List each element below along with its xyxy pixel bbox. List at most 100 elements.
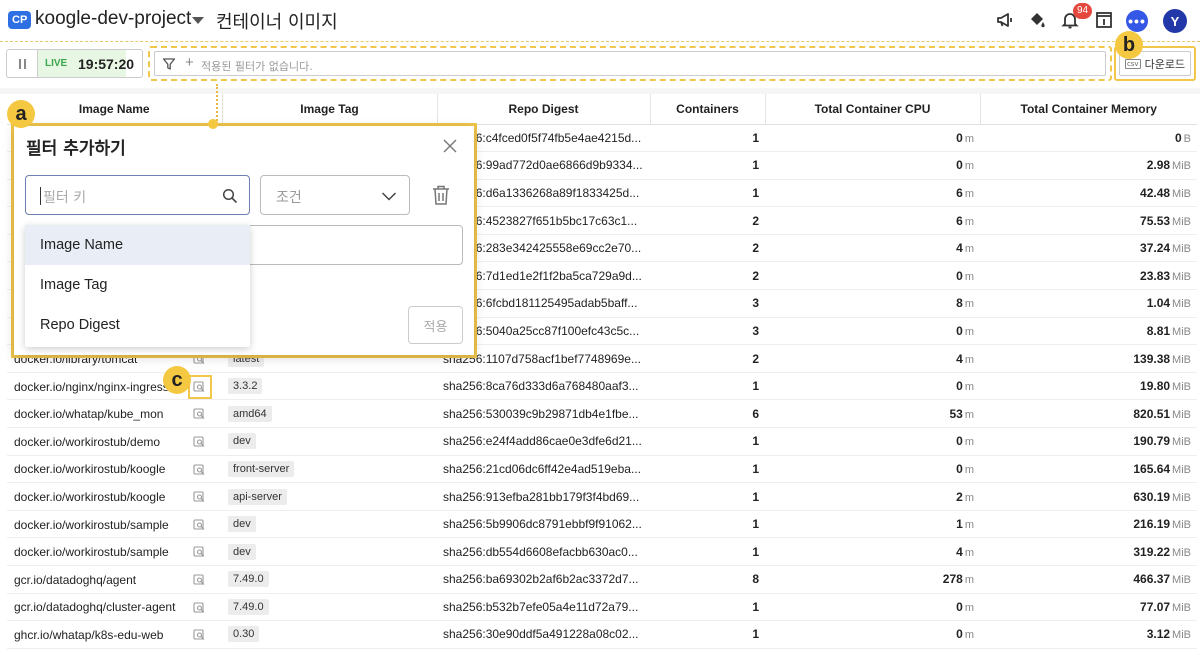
cell-image-tag: amd64 xyxy=(222,399,437,429)
cell-memory: 466.37 MiB xyxy=(980,565,1197,594)
cpu-value: 278 xyxy=(942,572,963,587)
cpu-value: 0 xyxy=(956,323,963,338)
cell-containers: 2 xyxy=(650,206,765,235)
table-row[interactable]: ghcr.io/whatap/k8s-edu-web 0.30 sha256:30e… xyxy=(7,620,1197,649)
memory-value: 42.48 xyxy=(1140,185,1171,200)
cell-containers: 6 xyxy=(650,399,765,429)
add-filter-icon[interactable]: + xyxy=(185,54,194,71)
condition-select[interactable]: 조건 xyxy=(260,175,410,215)
memory-value: 8.81 xyxy=(1146,323,1171,338)
table-row[interactable]: docker.io/workirostub/sample dev sha256:5b… xyxy=(7,510,1197,539)
memory-value: 37.24 xyxy=(1140,241,1171,256)
memory-unit: MiB xyxy=(1172,353,1191,366)
memory-value: 820.51 xyxy=(1133,406,1171,421)
image-name: docker.io/workirostub/demo xyxy=(14,434,161,449)
memory-value: 165.64 xyxy=(1133,461,1171,476)
cpu-unit: m xyxy=(964,463,974,476)
table-row[interactable]: docker.io/workirostub/koogle front-server… xyxy=(7,455,1197,484)
cell-image-name: docker.io/workirostub/sample xyxy=(7,510,222,539)
cell-image-name: docker.io/workirostub/koogle xyxy=(7,482,222,511)
pause-button[interactable] xyxy=(6,49,37,78)
filter-modal: 필터 추가하기 필터 키 조건 적용 Image Name Image Tag Re… xyxy=(14,126,474,355)
image-detail-icon[interactable] xyxy=(193,408,206,423)
cell-containers: 1 xyxy=(650,510,765,539)
table-row[interactable]: gcr.io/datadoghq/cluster-agent 7.49.0 sha2… xyxy=(7,593,1197,622)
cpu-value: 4 xyxy=(956,544,963,559)
image-detail-icon[interactable] xyxy=(193,491,206,506)
table-row[interactable]: docker.io/whatap/kube_mon amd64 sha256:530… xyxy=(7,399,1197,429)
tag-chip: api-server xyxy=(228,488,287,505)
close-icon[interactable] xyxy=(442,138,458,159)
page-title: 컨테이너 이미지 xyxy=(216,12,338,33)
image-detail-icon[interactable] xyxy=(193,436,206,451)
cpu-unit: m xyxy=(964,132,974,145)
cell-memory: 75.53 MiB xyxy=(980,206,1197,235)
table-row[interactable]: docker.io/workirostub/sample dev sha256:db… xyxy=(7,537,1197,566)
memory-unit: MiB xyxy=(1172,243,1191,256)
column-header-containers[interactable]: Containers xyxy=(650,94,766,125)
image-detail-icon[interactable] xyxy=(193,629,206,644)
column-header-memory[interactable]: Total Container Memory xyxy=(980,94,1197,125)
callout-b: b xyxy=(1115,31,1143,59)
column-header-repo-digest[interactable]: Repo Digest xyxy=(437,94,651,125)
cell-image-tag: 7.49.0 xyxy=(222,565,437,594)
memory-value: 1.04 xyxy=(1146,296,1171,311)
cpu-unit: m xyxy=(964,298,974,311)
cell-cpu: 6m xyxy=(765,206,980,235)
image-detail-icon[interactable] xyxy=(193,519,206,534)
column-header-cpu[interactable]: Total Container CPU xyxy=(765,94,981,125)
modal-title: 필터 추가하기 xyxy=(26,139,126,159)
memory-unit: MiB xyxy=(1172,574,1191,587)
tag-chip: 7.49.0 xyxy=(228,598,269,615)
filter-key-input[interactable]: 필터 키 xyxy=(25,175,250,215)
text-cursor xyxy=(40,187,41,205)
more-menu-button[interactable]: ••• xyxy=(1126,10,1148,32)
memory-unit: MiB xyxy=(1172,298,1191,311)
live-label: LIVE xyxy=(45,58,68,69)
dropdown-option[interactable]: Image Name xyxy=(25,225,250,265)
apply-button[interactable]: 적용 xyxy=(408,306,463,344)
dropdown-option[interactable]: Repo Digest xyxy=(25,305,250,345)
image-detail-icon[interactable] xyxy=(193,546,206,561)
image-detail-icon[interactable] xyxy=(193,602,206,617)
megaphone-icon[interactable] xyxy=(993,8,1017,32)
dropdown-option[interactable]: Image Tag xyxy=(25,265,250,305)
memory-unit: MiB xyxy=(1172,408,1191,421)
column-header-image-name[interactable]: Image Name xyxy=(7,94,223,125)
cpu-value: 1 xyxy=(956,517,963,532)
cell-containers: 1 xyxy=(650,151,765,180)
cell-containers: 1 xyxy=(650,593,765,622)
cell-cpu: 0m xyxy=(765,593,980,622)
image-name: docker.io/workirostub/sample xyxy=(14,545,169,560)
image-detail-icon[interactable] xyxy=(193,464,206,479)
condition-placeholder: 조건 xyxy=(276,190,302,206)
filter-bar[interactable]: + 적용된 필터가 없습니다. xyxy=(154,51,1106,76)
table-row[interactable]: docker.io/workirostub/demo dev sha256:e24f… xyxy=(7,427,1197,456)
cell-memory: 0B xyxy=(980,124,1197,153)
tag-chip: front-server xyxy=(228,460,295,477)
cpu-value: 6 xyxy=(956,185,963,200)
app-header: CP koogle-dev-project 컨테이너 이미지 94 ••• Y xyxy=(0,0,1200,40)
table-row[interactable]: docker.io/workirostub/koogle api-server sh… xyxy=(7,482,1197,511)
project-selector[interactable]: koogle-dev-project xyxy=(35,8,191,30)
cpu-value: 6 xyxy=(956,213,963,228)
cpu-unit: m xyxy=(964,491,974,504)
user-avatar[interactable]: Y xyxy=(1163,9,1187,33)
column-header-image-tag[interactable]: Image Tag xyxy=(222,94,438,125)
table-row[interactable]: gcr.io/datadoghq/agent 7.49.0 sha256:ba693… xyxy=(7,565,1197,594)
paint-bucket-icon[interactable] xyxy=(1025,8,1049,32)
image-detail-icon[interactable] xyxy=(193,574,206,589)
cpu-value: 0 xyxy=(956,627,963,642)
cell-image-name: ghcr.io/whatap/k8s-edu-web xyxy=(7,620,222,649)
cell-memory: 165.64 MiB xyxy=(980,455,1197,484)
image-name: docker.io/nginx/nginx-ingress xyxy=(14,379,169,394)
trash-icon[interactable] xyxy=(431,184,451,211)
cpu-unit: m xyxy=(964,408,974,421)
cell-cpu: 0m xyxy=(765,124,980,153)
cpu-unit: m xyxy=(964,519,974,532)
caret-down-icon[interactable] xyxy=(192,17,204,24)
cpu-unit: m xyxy=(964,215,974,228)
memory-unit: MiB xyxy=(1172,270,1191,283)
cell-cpu: 0m xyxy=(765,261,980,291)
info-panel-icon[interactable] xyxy=(1092,8,1116,32)
